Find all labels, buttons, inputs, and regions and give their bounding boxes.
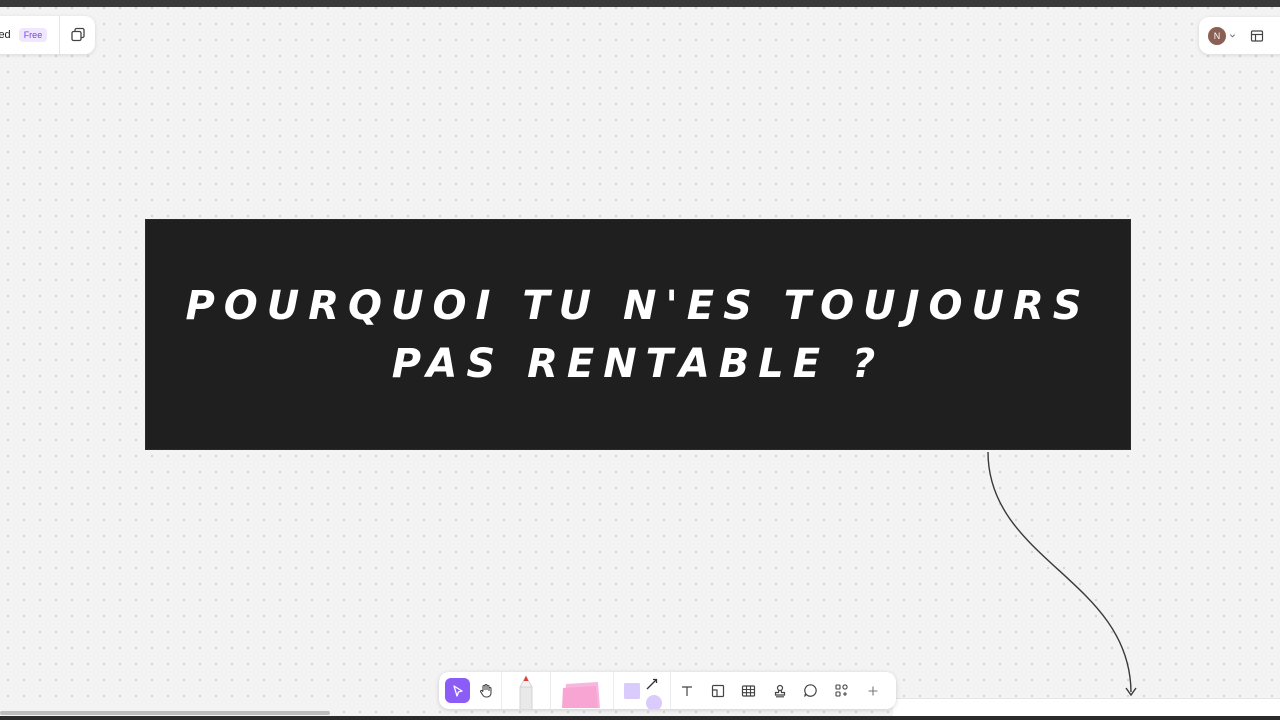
- chevron-down-icon: [1229, 34, 1236, 38]
- text-tool[interactable]: [671, 672, 702, 709]
- comment-icon: [804, 684, 817, 697]
- text-icon: [681, 685, 692, 696]
- file-name-panel: led Free: [0, 16, 95, 54]
- connector-line-icon: [646, 678, 658, 690]
- comment-tool[interactable]: [795, 672, 826, 709]
- window-top-strip: [0, 0, 1280, 7]
- add-tool-button[interactable]: [857, 672, 888, 709]
- arrow-head-icon: [1125, 687, 1137, 697]
- connector-line: [987, 451, 1132, 693]
- sticky-note-icon: [562, 681, 600, 708]
- more-tools-button[interactable]: [826, 672, 857, 709]
- cursor-arrow-icon: [452, 684, 463, 697]
- stamp-icon: [774, 684, 785, 697]
- pages-button[interactable]: [60, 16, 95, 54]
- plus-icon: [868, 686, 877, 695]
- apps-icon: [835, 684, 848, 697]
- banner-text: POURQUOI TU N'ES TOUJOURS PAS RENTABLE ?: [185, 282, 1091, 387]
- frame-tool[interactable]: [702, 672, 733, 709]
- shapes-tool[interactable]: [614, 672, 670, 709]
- plan-badge[interactable]: Free: [18, 28, 48, 42]
- hand-tool[interactable]: [470, 672, 501, 709]
- layout-panel-button[interactable]: [1250, 29, 1264, 43]
- avatar-menu-button[interactable]: [1229, 32, 1236, 39]
- title-banner-card[interactable]: POURQUOI TU N'ES TOUJOURS PAS RENTABLE ?: [145, 219, 1131, 450]
- table-tool[interactable]: [733, 672, 764, 709]
- window-bottom-edge: [0, 716, 1280, 720]
- horizontal-scrollbar[interactable]: [0, 711, 330, 715]
- avatar[interactable]: N: [1208, 26, 1226, 45]
- hand-icon: [479, 683, 492, 698]
- select-tool[interactable]: [445, 678, 470, 703]
- stamp-tool[interactable]: [764, 672, 795, 709]
- marker-tool[interactable]: [502, 672, 550, 709]
- layout-panel-icon: [1250, 29, 1264, 42]
- collaboration-panel: N: [1199, 17, 1280, 54]
- file-name[interactable]: led: [0, 29, 11, 41]
- pages-icon: [70, 27, 85, 42]
- frame-icon: [711, 684, 724, 697]
- creation-toolbar: [439, 672, 896, 709]
- marker-icon: [519, 674, 533, 709]
- sticky-note-tool[interactable]: [551, 672, 613, 709]
- table-icon: [741, 684, 756, 697]
